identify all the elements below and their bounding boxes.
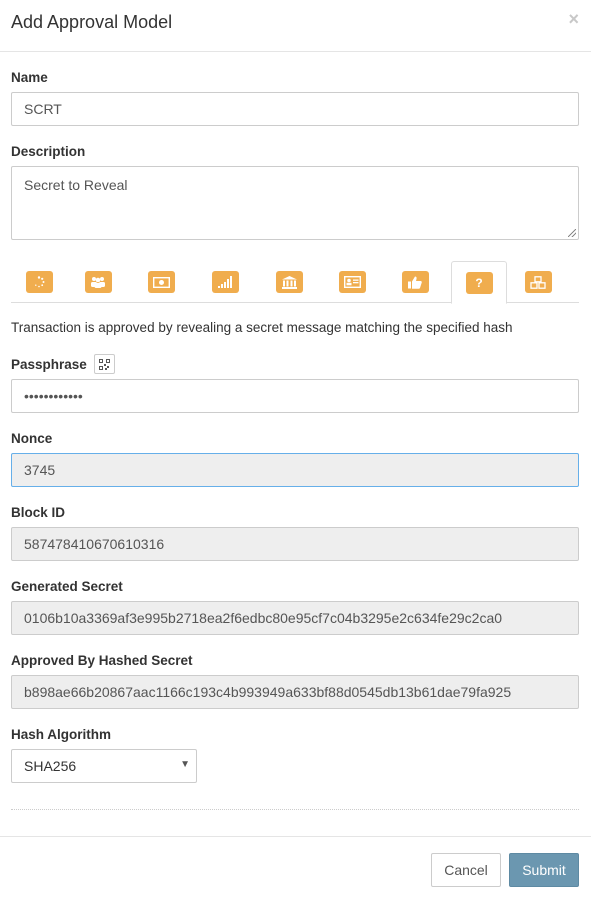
description-text: Secret to Reveal (24, 177, 128, 193)
id-card-icon (338, 271, 366, 293)
qr-code-button[interactable] (94, 354, 115, 374)
generated-secret-input: 0106b10a3369af3e995b2718ea2f6edbc80e95cf… (11, 601, 579, 635)
hash-algorithm-select[interactable]: SHA256 ▼ (11, 749, 197, 783)
submit-button[interactable]: Submit (509, 853, 579, 887)
cancel-button[interactable]: Cancel (431, 853, 501, 887)
modal-footer: Cancel Submit (0, 836, 591, 900)
hashed-secret-input: b898ae66b20867aac1166c193c4b993949a633bf… (11, 675, 579, 709)
modal-header: Add Approval Model × (0, 0, 591, 52)
block-id-input: 587478410670610316 (11, 527, 579, 561)
question-icon: ? (465, 271, 493, 294)
tab-description: Transaction is approved by revealing a s… (11, 320, 513, 335)
cubes-icon (524, 271, 552, 293)
tab-bank[interactable] (261, 261, 317, 303)
form-divider (11, 809, 579, 810)
modal-title: Add Approval Model (11, 12, 173, 32)
approval-type-tabs: ? (11, 261, 579, 304)
tab-users[interactable] (70, 261, 126, 303)
hashed-secret-label: Approved By Hashed Secret (11, 653, 193, 668)
bank-icon (275, 271, 303, 293)
resize-grip-icon[interactable] (568, 229, 576, 237)
users-icon (84, 271, 112, 293)
block-id-label: Block ID (11, 505, 66, 520)
passphrase-label: Passphrase (11, 357, 87, 372)
generated-secret-label: Generated Secret (11, 579, 123, 594)
tab-secret[interactable]: ? (451, 261, 507, 304)
tab-thumbs-up[interactable] (387, 261, 443, 303)
hash-algorithm-label: Hash Algorithm (11, 727, 112, 742)
nonce-label: Nonce (11, 431, 53, 446)
name-label: Name (11, 70, 48, 85)
tab-money[interactable] (133, 261, 189, 303)
signal-icon (211, 271, 239, 293)
description-label: Description (11, 144, 86, 159)
passphrase-input[interactable]: •••••••••••• (11, 379, 579, 413)
name-input[interactable]: SCRT (11, 92, 579, 126)
close-button[interactable]: × (568, 10, 579, 28)
nonce-input[interactable]: 3745 (11, 453, 579, 487)
description-textarea[interactable]: Secret to Reveal (11, 166, 579, 240)
hash-algorithm-value: SHA256 (24, 758, 77, 774)
tab-cubes[interactable] (510, 261, 566, 303)
tab-spinner[interactable] (11, 261, 67, 303)
money-icon (147, 271, 175, 293)
qr-code-icon (99, 358, 110, 370)
chevron-down-icon: ▼ (180, 759, 190, 770)
tab-id-card[interactable] (324, 261, 380, 303)
spinner-icon (25, 271, 53, 293)
thumbs-up-icon (401, 271, 429, 293)
tab-signal[interactable] (197, 261, 253, 303)
